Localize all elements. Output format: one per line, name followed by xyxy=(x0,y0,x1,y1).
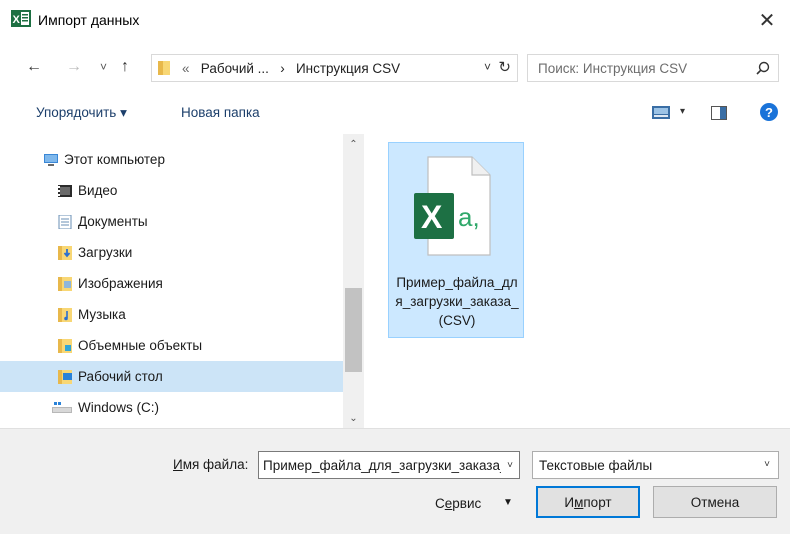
filetype-select[interactable]: Текстовые файлы ˅ xyxy=(532,451,779,479)
import-button[interactable]: Им порт xyxy=(536,486,640,518)
tree-item-label: Загрузки xyxy=(78,245,133,260)
tree-item-this-pc[interactable]: Этот компьютер xyxy=(44,144,344,175)
file-name: Пример_файла_для_загрузки_заказа_(CSV) xyxy=(395,275,519,328)
tree-item-label: Изображения xyxy=(78,276,163,291)
tree-item-pictures[interactable]: Изображения xyxy=(58,268,344,299)
recent-locations-button[interactable]: ˅ xyxy=(100,60,107,74)
preview-pane-button[interactable] xyxy=(711,106,727,123)
documents-folder-icon xyxy=(58,214,72,229)
tree-item-videos[interactable]: Видео xyxy=(58,175,344,206)
up-button[interactable]: ↑ xyxy=(121,58,129,76)
forward-button[interactable]: → xyxy=(66,58,82,76)
help-icon: ? xyxy=(765,104,773,120)
pictures-folder-icon xyxy=(58,276,72,291)
tools-button[interactable]: Сервис xyxy=(435,496,481,511)
tools-dropdown-icon[interactable]: ▼ xyxy=(503,497,513,508)
filename-dropdown-button[interactable]: ˅ xyxy=(501,452,519,478)
forward-arrow-icon: → xyxy=(66,58,82,75)
tree-item-label: Видео xyxy=(78,183,118,198)
breadcrumb: « Рабочий ... › Инструкция CSV xyxy=(182,61,400,76)
breadcrumb-overflow[interactable]: « xyxy=(182,61,190,76)
tree-item-label: Объемные объекты xyxy=(78,338,203,353)
chevron-down-icon: ˅ xyxy=(764,459,770,470)
tree-item-label: Рабочий стол xyxy=(78,369,163,384)
chevron-down-icon: ˅ xyxy=(100,60,108,74)
breadcrumb-current[interactable]: Инструкция CSV xyxy=(296,61,400,76)
tree-item-3d-objects[interactable]: Объемные объекты xyxy=(58,330,344,361)
tree-item-music[interactable]: Музыка xyxy=(58,299,344,330)
search-icon xyxy=(756,61,770,75)
breadcrumb-separator[interactable]: › xyxy=(280,61,285,76)
chevron-down-icon: ˅ xyxy=(507,459,513,471)
svg-text:a,: a, xyxy=(458,202,480,232)
tree-item-downloads[interactable]: Загрузки xyxy=(58,237,344,268)
change-view-button[interactable] xyxy=(652,106,670,122)
excel-icon: X xyxy=(11,10,31,27)
chevron-down-icon: ˅ xyxy=(483,60,491,74)
downloads-folder-icon xyxy=(58,245,72,260)
scroll-up-button[interactable]: ⌃ xyxy=(343,134,364,154)
scrollbar-thumb[interactable] xyxy=(345,288,362,372)
search-input[interactable]: Поиск: Инструкция CSV xyxy=(538,61,687,76)
tree-item-label: Этот компьютер xyxy=(64,152,165,167)
organize-button[interactable]: Упорядочить ▾ xyxy=(36,105,127,121)
tree-item-desktop[interactable]: Рабочий стол xyxy=(0,361,343,392)
music-folder-icon xyxy=(58,307,72,322)
excel-csv-file-icon: X a, xyxy=(414,156,491,256)
back-arrow-icon: ← xyxy=(26,58,42,75)
preview-pane-icon xyxy=(711,106,727,120)
cancel-button[interactable]: Отмена xyxy=(653,486,777,518)
tree-scrollbar[interactable]: ⌃ ⌄ xyxy=(343,134,364,428)
filename-value: Пример_файла_для_загрузки_заказа_(CSV) xyxy=(263,458,520,473)
back-button[interactable]: ← xyxy=(26,58,42,76)
navigation-pane: Этот компьютер Видео Документы Загрузки … xyxy=(0,134,364,428)
view-icon xyxy=(652,106,670,119)
tree-item-label: Документы xyxy=(78,214,148,229)
window-title: Импорт данных xyxy=(38,12,140,28)
folder-icon xyxy=(158,61,170,75)
scroll-down-button[interactable]: ⌄ xyxy=(343,408,364,428)
chevron-down-icon: ▾ xyxy=(680,106,686,117)
chevron-down-icon: ⌄ xyxy=(349,412,358,424)
filename-label: Имя файла: xyxy=(173,457,249,472)
address-dropdown-button[interactable]: ˅ xyxy=(484,60,491,74)
refresh-icon: ↻ xyxy=(498,59,511,76)
new-folder-button[interactable]: Новая папка xyxy=(181,105,260,120)
breadcrumb-parent[interactable]: Рабочий ... xyxy=(201,61,269,76)
tree-item-label: Музыка xyxy=(78,307,126,322)
svg-text:X: X xyxy=(421,199,443,235)
up-arrow-icon: ↑ xyxy=(121,58,129,75)
tree-item-documents[interactable]: Документы xyxy=(58,206,344,237)
drive-icon xyxy=(52,401,72,413)
help-button[interactable]: ? xyxy=(760,103,778,121)
view-dropdown-button[interactable]: ▾ xyxy=(680,106,685,117)
close-button[interactable]: ✕ xyxy=(744,0,790,40)
file-item[interactable]: X a, Пример_файла_для_загрузки_заказа_(C… xyxy=(388,142,524,338)
tree-item-windows-drive[interactable]: Windows (C:) xyxy=(52,392,344,423)
filename-input[interactable]: Пример_файла_для_загрузки_заказа_(CSV) ˅ xyxy=(258,451,520,479)
dialog-footer xyxy=(0,428,790,534)
address-bar[interactable]: « Рабочий ... › Инструкция CSV ˅ ↻ xyxy=(151,54,518,82)
chevron-up-icon: ⌃ xyxy=(349,138,358,150)
filetype-value: Текстовые файлы xyxy=(539,458,653,473)
svg-text:X: X xyxy=(13,14,21,26)
3d-objects-folder-icon xyxy=(58,338,72,353)
computer-icon xyxy=(44,153,58,166)
title-bar: X Импорт данных ✕ xyxy=(0,0,790,40)
desktop-folder-icon xyxy=(58,369,72,384)
file-list: X a, Пример_файла_для_загрузки_заказа_(C… xyxy=(364,134,790,428)
close-icon: ✕ xyxy=(758,9,776,32)
refresh-button[interactable]: ↻ xyxy=(498,58,511,76)
video-folder-icon xyxy=(58,184,72,197)
tree-item-label: Windows (C:) xyxy=(78,400,160,415)
search-box[interactable]: Поиск: Инструкция CSV xyxy=(527,54,779,82)
